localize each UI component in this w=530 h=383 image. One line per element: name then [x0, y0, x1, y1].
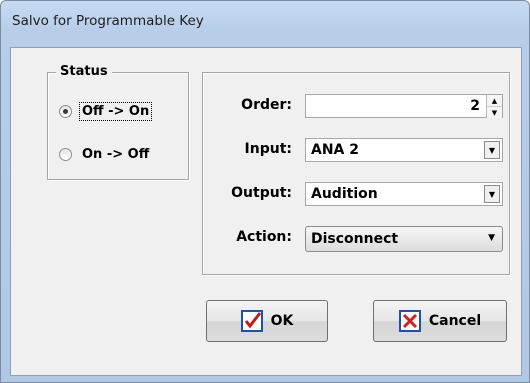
radio-button-icon[interactable] [59, 105, 72, 118]
action-dropdown[interactable]: Disconnect ▼ [305, 226, 503, 252]
output-select[interactable]: Audition ▼ [305, 182, 503, 206]
status-group-legend: Status [56, 64, 112, 79]
spin-up-icon[interactable]: ▲ [487, 95, 502, 107]
output-label: Output: [231, 185, 292, 201]
dialog-client-area: Status Off -> On On -> Off Order: 2 ▲ ▼ … [10, 47, 522, 376]
x-icon [398, 310, 421, 332]
input-select[interactable]: ANA 2 ▼ [305, 138, 503, 162]
chevron-down-icon[interactable]: ▼ [484, 185, 500, 203]
cancel-button[interactable]: Cancel [373, 300, 507, 342]
chevron-down-icon[interactable]: ▼ [484, 141, 500, 159]
dialog-window: Salvo for Programmable Key Status Off ->… [0, 0, 530, 383]
ok-button[interactable]: OK [206, 300, 328, 342]
spin-down-icon[interactable]: ▼ [487, 107, 502, 118]
output-value: Audition [311, 186, 378, 202]
radio-button-icon[interactable] [59, 148, 72, 161]
radio-off-to-on[interactable]: Off -> On [59, 102, 153, 121]
status-group [47, 72, 189, 180]
checkmark-icon [240, 310, 263, 332]
cancel-button-label: Cancel [428, 313, 482, 329]
order-value[interactable]: 2 [470, 98, 480, 114]
radio-on-to-off[interactable]: On -> Off [59, 146, 151, 163]
input-label: Input: [244, 141, 292, 157]
radio-on-to-off-label[interactable]: On -> Off [80, 146, 151, 163]
input-value: ANA 2 [311, 142, 360, 158]
order-spinbox[interactable]: 2 ▲ ▼ [305, 94, 503, 118]
title-bar[interactable]: Salvo for Programmable Key [1, 1, 529, 45]
order-spinner: ▲ ▼ [486, 95, 502, 118]
order-label: Order: [241, 97, 292, 113]
ok-button-label: OK [270, 313, 294, 329]
action-value: Disconnect [311, 231, 399, 247]
window-title: Salvo for Programmable Key [12, 13, 204, 29]
radio-off-to-on-label[interactable]: Off -> On [78, 102, 153, 121]
chevron-down-icon[interactable]: ▼ [488, 233, 495, 243]
action-label: Action: [236, 229, 292, 245]
